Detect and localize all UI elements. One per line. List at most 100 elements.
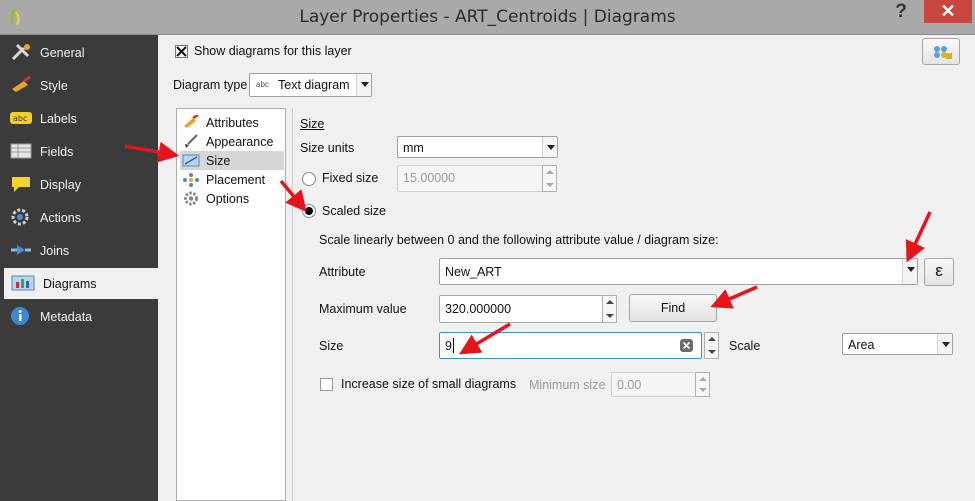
sidebar-item-label: Fields [40,145,74,159]
section-item-label: Options [206,192,250,206]
sidebar-item-label: Actions [40,211,81,225]
size-icon [182,154,200,167]
sidebar-item-label: Diagrams [43,277,97,291]
minimum-size-label: Minimum size [529,378,606,392]
show-diagrams-checkbox[interactable] [175,45,188,58]
maximum-value-label: Maximum value [319,302,407,316]
increase-small-checkbox[interactable] [320,378,333,391]
chevron-down-icon [542,137,557,157]
attribute-value: New_ART [445,265,502,279]
sidebar-item-label: Display [40,178,81,192]
sidebar-item-display[interactable]: Display [0,169,158,200]
section-item-placement[interactable]: Placement [180,170,284,189]
find-button[interactable]: Find [629,294,717,322]
clear-icon[interactable] [680,339,693,352]
sidebar-item-metadata[interactable]: Metadata [0,301,158,332]
size-section-heading: Size [300,117,325,131]
section-item-label: Appearance [206,135,274,149]
size-value-value: 9 [445,339,452,353]
sidebar-item-general[interactable]: General [0,37,158,68]
section-item-appearance[interactable]: Appearance [180,132,284,151]
fixed-size-value: 15.00000 [403,171,456,185]
size-units-combo[interactable]: mm [397,136,558,158]
fixed-size-radio[interactable] [302,172,316,186]
check-mark-icon [176,46,187,57]
labels-icon: abc [10,112,32,124]
scale-description: Scale linearly between 0 and the followi… [319,233,719,247]
title-bar: Layer Properties - ART_Centroids | Diagr… [0,0,975,35]
attribute-combo[interactable]: New_ART [439,258,918,285]
fields-icon [10,143,32,159]
show-diagrams-label: Show diagrams for this layer [194,44,352,58]
symbology-icon [934,46,952,59]
size-value-input[interactable]: 9 [439,332,702,359]
sidebar-item-diagrams[interactable]: Diagrams [4,268,158,299]
joins-icon [11,245,31,255]
sidebar-item-actions[interactable]: Actions [0,202,158,233]
section-item-label: Size [206,154,231,168]
size-panel: Size Size units mm Fixed size 15.00000 S… [292,108,975,501]
chevron-down-icon [937,334,952,354]
section-item-size[interactable]: Size [180,151,284,170]
options-gear-icon [184,191,198,206]
section-item-attributes[interactable]: Attributes [180,113,284,132]
actions-icon [11,208,29,226]
increase-small-label: Increase size of small diagrams [341,377,517,391]
sidebar-item-label: Joins [40,244,70,258]
sidebar-item-label: General [40,46,85,60]
attributes-icon [184,115,199,128]
close-button[interactable]: ✕ [924,0,972,23]
maximum-value-input[interactable]: 320.000000 [439,295,603,323]
scale-label: Scale [729,339,761,353]
sidebar: General Style abc Labels Fields Display … [0,35,158,501]
scale-value: Area [848,338,875,352]
placement-icon [183,173,199,187]
section-item-label: Placement [206,173,266,187]
section-item-options[interactable]: Options [180,189,284,208]
size-units-label: Size units [300,141,355,155]
chevron-down-icon [902,259,917,284]
maximum-value-spinner[interactable] [602,295,617,323]
diagram-type-label: Diagram type [173,78,248,92]
text-cursor [453,338,454,353]
expression-button[interactable]: ε [924,258,954,286]
sidebar-item-label: Metadata [40,310,93,324]
text-diagram-icon: abc [256,80,269,89]
attribute-label: Attribute [319,265,366,279]
sidebar-item-label: Style [40,79,68,93]
section-item-label: Attributes [206,116,259,130]
brush-icon [185,134,198,148]
sidebar-item-label: Labels [40,112,77,126]
size-value-spinner[interactable] [704,332,719,359]
info-icon [11,307,29,325]
size-units-value: mm [403,141,424,155]
diagrams-page: Show diagrams for this layer Diagram typ… [158,35,975,501]
fixed-size-label: Fixed size [322,171,379,185]
chevron-down-icon [356,74,371,96]
diagram-type-value: Text diagram [278,78,350,92]
size-value-label: Size [319,339,344,353]
style-icon [12,75,31,92]
svg-text:abc: abc [13,114,27,123]
section-list: Attributes Appearance Size Placement Opt… [176,108,286,501]
minimum-size-input[interactable]: 0.00 [611,372,696,397]
fixed-size-input[interactable]: 15.00000 [397,165,543,192]
maximum-value-value: 320.000000 [445,302,512,316]
fixed-size-spinner[interactable] [542,165,557,192]
window-title: Layer Properties - ART_Centroids | Diagr… [299,7,676,27]
general-icon [11,43,30,61]
scaled-size-label: Scaled size [322,204,386,218]
scale-combo[interactable]: Area [842,333,953,355]
sidebar-item-labels[interactable]: abc Labels [0,103,158,134]
help-button[interactable]: ? [884,1,918,26]
sidebar-item-joins[interactable]: Joins [0,235,158,266]
diagrams-icon [11,275,35,291]
sidebar-item-style[interactable]: Style [0,70,158,101]
display-icon [12,177,30,192]
diagram-type-combo[interactable]: abc Text diagram [249,73,372,97]
scaled-size-radio[interactable] [302,204,316,218]
legend-icon-button[interactable] [922,38,960,65]
sidebar-item-fields[interactable]: Fields [0,136,158,167]
minimum-size-spinner[interactable] [695,372,710,397]
minimum-size-value: 0.00 [617,378,642,392]
